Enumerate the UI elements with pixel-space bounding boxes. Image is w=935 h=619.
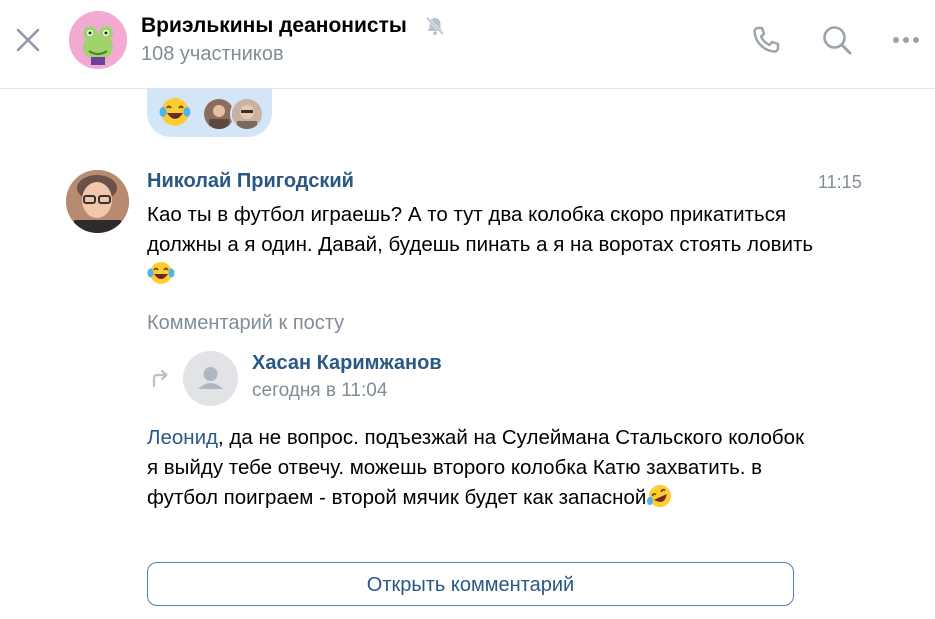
- close-button[interactable]: [14, 26, 42, 54]
- joy-emoji: [147, 262, 175, 284]
- user-placeholder-icon: [198, 367, 223, 389]
- more-button[interactable]: [889, 23, 923, 57]
- comment-body: , да не вопрос. подъезжай на Сулеймана С…: [147, 426, 805, 509]
- comment-to-post-label: Комментарий к посту: [147, 312, 345, 334]
- message-body: Као ты в футбол играешь? А то тут два ко…: [147, 203, 814, 256]
- chat-avatar[interactable]: [69, 11, 127, 69]
- phone-icon: [753, 26, 780, 53]
- message-time: 11:15: [818, 172, 862, 192]
- reactor-avatar: [230, 97, 264, 131]
- author-avatar[interactable]: [66, 170, 129, 233]
- original-date: сегодня в 11:04: [252, 380, 388, 401]
- message-author[interactable]: Николай Пригодский: [147, 170, 354, 193]
- laughing-with-tears-emoji: [159, 98, 191, 126]
- chat-header: Вриэлькины деанонисты 108 участников: [0, 0, 935, 89]
- comment-text: Леонид, да не вопрос. подъезжай на Сулей…: [147, 423, 817, 513]
- original-author-avatar[interactable]: [183, 351, 238, 406]
- reaction-pill[interactable]: [147, 88, 272, 137]
- frog-icon: [69, 11, 127, 69]
- close-icon: [16, 28, 40, 52]
- original-author[interactable]: Хасан Каримжанов: [252, 352, 442, 375]
- members-count[interactable]: 108 участников: [141, 43, 284, 66]
- repost-icon: [152, 369, 168, 388]
- call-button[interactable]: [749, 23, 783, 57]
- search-button[interactable]: [820, 23, 854, 57]
- message-text: Као ты в футбол играешь? А то тут два ко…: [147, 200, 817, 290]
- chat-title[interactable]: Вриэлькины деанонисты: [141, 14, 407, 38]
- mention-link[interactable]: Леонид: [147, 426, 218, 449]
- mute-icon: [424, 15, 446, 37]
- search-icon: [823, 26, 852, 55]
- rofl-emoji: [647, 485, 672, 507]
- more-icon: [893, 37, 919, 43]
- open-comment-button[interactable]: Открыть комментарий: [147, 562, 794, 606]
